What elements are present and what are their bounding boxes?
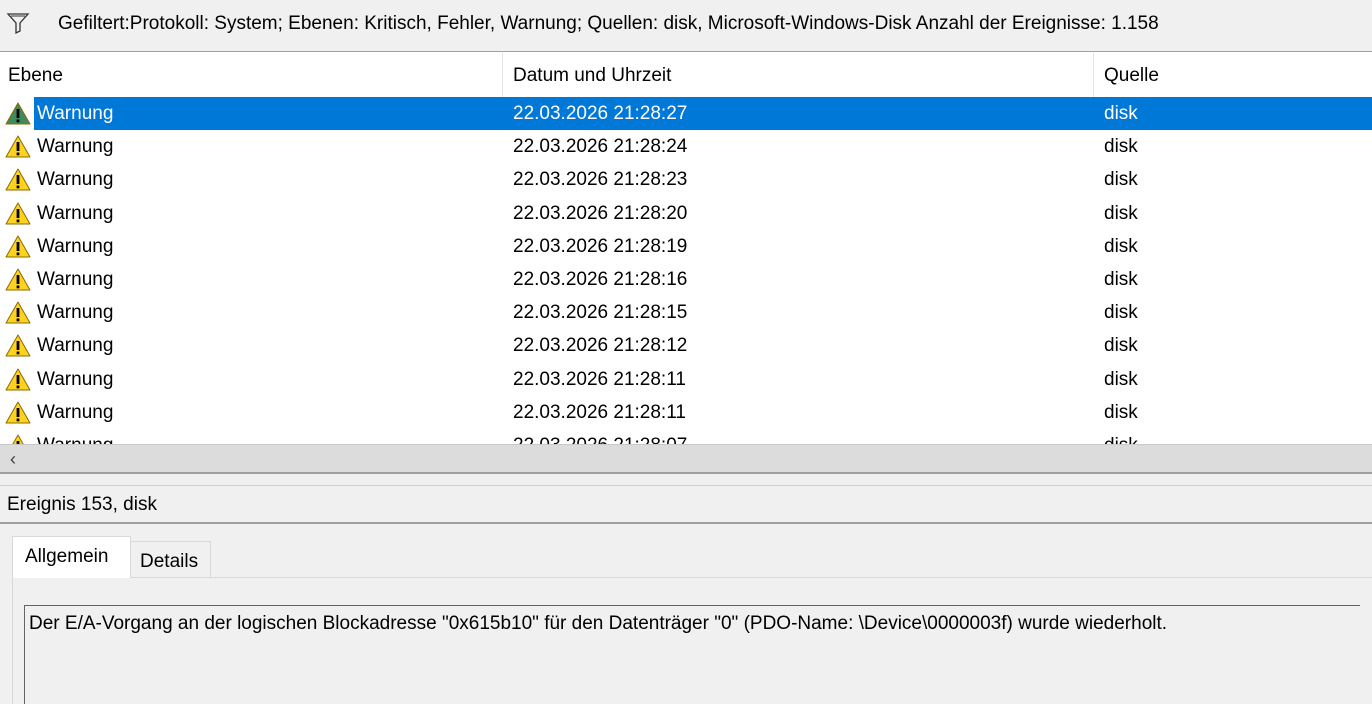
event-date: 22.03.2026 21:28:24 (513, 136, 688, 158)
warning-icon (4, 300, 32, 326)
event-level: Warnung (37, 268, 114, 290)
event-detail-panel: Ereignis 153, disk Allgemein Details Der… (0, 486, 1372, 704)
event-date: 22.03.2026 21:28:07 (513, 435, 687, 444)
column-header-row: Ebene Datum und Uhrzeit Quelle (0, 53, 1372, 97)
event-date: 22.03.2026 21:28:19 (513, 235, 688, 257)
event-date: 22.03.2026 21:28:11 (513, 401, 686, 423)
event-source: disk (1104, 202, 1138, 224)
event-date: 22.03.2026 21:28:12 (513, 335, 688, 357)
event-level: Warnung (37, 202, 114, 224)
event-level: Warnung (37, 235, 114, 257)
event-level: Warnung (37, 169, 114, 191)
event-row[interactable]: Warnung 22.03.2026 21:28:15 disk (0, 296, 1372, 329)
event-row[interactable]: Warnung 22.03.2026 21:28:27 disk (0, 97, 1372, 130)
selection-highlight (34, 97, 1372, 130)
event-row[interactable]: Warnung 22.03.2026 21:28:24 disk (0, 130, 1372, 163)
filter-summary: Gefiltert:Protokoll: System; Ebenen: Kri… (58, 13, 1159, 34)
scroll-left-arrow-icon[interactable]: ‹ (0, 445, 26, 473)
tab-details[interactable]: Details (131, 541, 211, 578)
warning-icon (4, 134, 32, 160)
column-header-source[interactable]: Quelle (1104, 65, 1159, 87)
warning-icon (4, 400, 32, 426)
event-source: disk (1104, 103, 1138, 124)
event-row[interactable]: Warnung 22.03.2026 21:28:16 disk (0, 263, 1372, 296)
event-level: Warnung (37, 435, 113, 444)
event-date: 22.03.2026 21:28:11 (513, 368, 686, 390)
event-level: Warnung (37, 401, 114, 423)
event-level: Warnung (37, 368, 114, 390)
column-header-date[interactable]: Datum und Uhrzeit (513, 65, 671, 87)
event-date: 22.03.2026 21:28:23 (513, 169, 688, 191)
event-row[interactable]: Warnung 22.03.2026 21:28:11 disk (0, 363, 1372, 396)
event-source: disk (1104, 268, 1138, 290)
horizontal-scrollbar[interactable]: ‹ (0, 444, 1372, 472)
event-message-box[interactable]: Der E/A-Vorgang an der logischen Blockad… (24, 605, 1360, 704)
event-row[interactable]: Warnung 22.03.2026 21:28:23 disk (0, 163, 1372, 196)
event-level: Warnung (37, 103, 114, 124)
warning-icon (4, 267, 32, 293)
event-row[interactable]: Warnung 22.03.2026 21:28:19 disk (0, 230, 1372, 263)
pane-splitter[interactable] (0, 472, 1372, 486)
event-date: 22.03.2026 21:28:15 (513, 302, 688, 324)
warning-icon (4, 234, 32, 260)
column-divider[interactable] (1093, 53, 1094, 97)
event-source: disk (1104, 335, 1138, 357)
event-message-text: Der E/A-Vorgang an der logischen Blockad… (29, 613, 1168, 634)
event-date: 22.03.2026 21:28:16 (513, 268, 688, 290)
event-level: Warnung (37, 136, 114, 158)
warning-icon (4, 167, 32, 193)
event-source: disk (1104, 302, 1138, 324)
event-source: disk (1104, 401, 1138, 423)
event-source: disk (1104, 368, 1138, 390)
filter-icon (6, 13, 30, 35)
event-row[interactable]: Warnung 22.03.2026 21:28:07 disk (0, 429, 1372, 444)
event-source: disk (1104, 169, 1138, 191)
event-row[interactable]: Warnung 22.03.2026 21:28:11 disk (0, 396, 1372, 429)
event-source: disk (1104, 136, 1138, 158)
event-level: Warnung (37, 335, 114, 357)
event-source: disk (1104, 435, 1138, 444)
warning-icon (4, 101, 32, 127)
tab-general[interactable]: Allgemein (12, 536, 131, 578)
divider (0, 522, 1372, 524)
warning-icon (4, 433, 32, 444)
event-rows: Warnung 22.03.2026 21:28:27 disk Warnung 22.… (0, 97, 1372, 444)
event-level: Warnung (37, 302, 114, 324)
warning-icon (4, 201, 32, 227)
column-header-level[interactable]: Ebene (8, 65, 63, 87)
event-date: 22.03.2026 21:28:27 (513, 103, 688, 124)
event-source: disk (1104, 235, 1138, 257)
event-row[interactable]: Warnung 22.03.2026 21:28:20 disk (0, 197, 1372, 230)
event-date: 22.03.2026 21:28:20 (513, 202, 688, 224)
warning-icon (4, 333, 32, 359)
event-detail-title: Ereignis 153, disk (7, 494, 157, 515)
filter-bar: Gefiltert:Protokoll: System; Ebenen: Kri… (0, 0, 1372, 52)
event-list[interactable]: Ebene Datum und Uhrzeit Quelle Warnung 22… (0, 53, 1372, 444)
warning-icon (4, 367, 32, 393)
column-divider[interactable] (502, 53, 503, 97)
event-row[interactable]: Warnung 22.03.2026 21:28:12 disk (0, 329, 1372, 362)
